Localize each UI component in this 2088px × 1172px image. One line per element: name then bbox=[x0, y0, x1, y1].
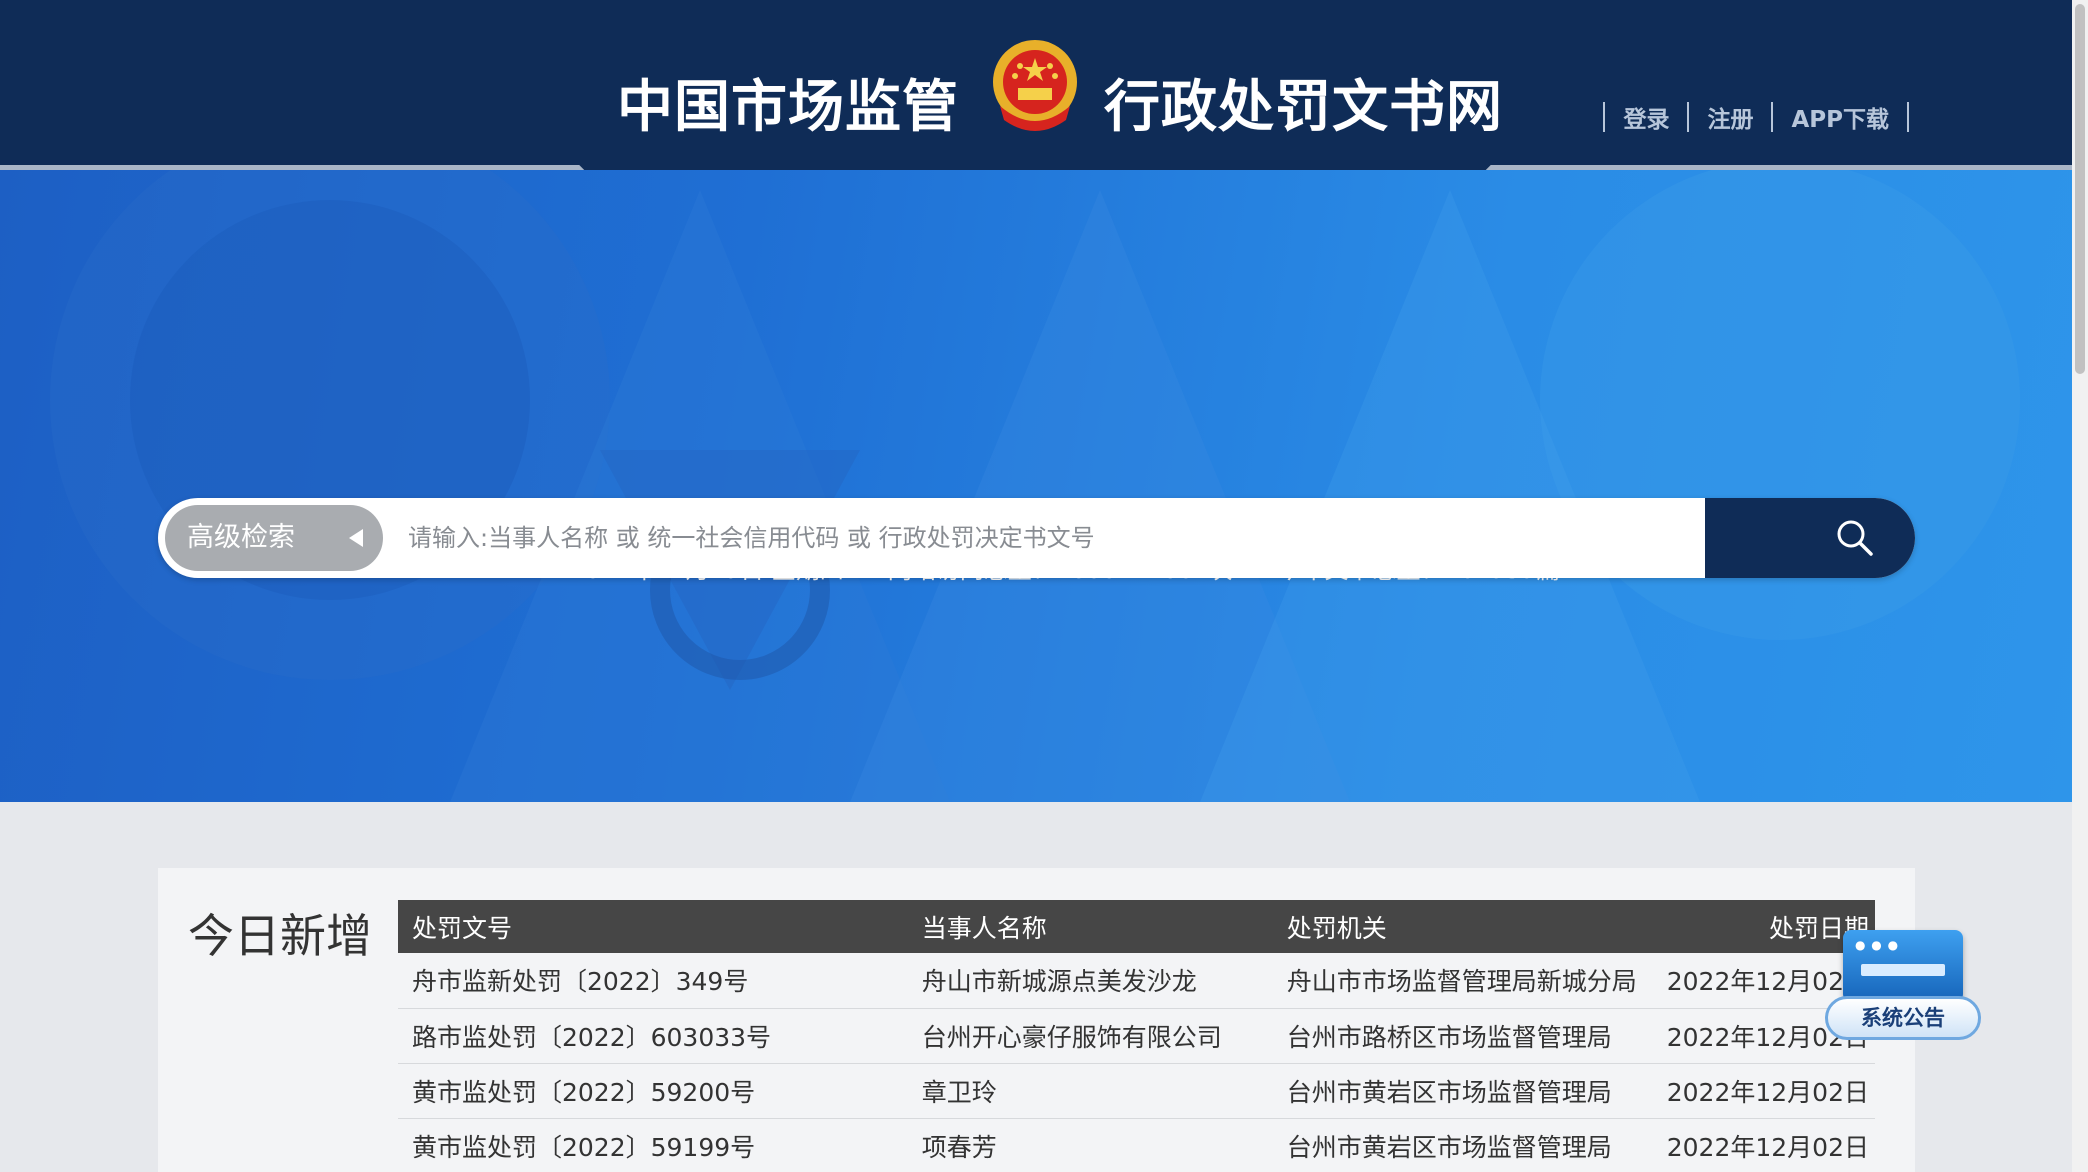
table-row[interactable]: 路市监处罚〔2022〕603033号 台州开心豪仔服饰有限公司 台州市路桥区市场… bbox=[398, 1008, 1875, 1064]
nav-separator bbox=[1687, 102, 1690, 132]
register-link[interactable]: 注册 bbox=[1707, 100, 1753, 134]
table-header-row: 处罚文号 当事人名称 处罚机关 处罚日期 bbox=[398, 900, 1875, 953]
nav-separator bbox=[1603, 102, 1606, 132]
today-records-table: 处罚文号 当事人名称 处罚机关 处罚日期 舟市监新处罚〔2022〕349号 舟山… bbox=[398, 900, 1875, 1172]
search-button[interactable] bbox=[1705, 498, 1915, 578]
monitor-icon: ● ● ● bbox=[1843, 930, 1963, 1002]
authority: 台州市路桥区市场监督管理局 bbox=[1272, 1008, 1653, 1064]
penalty-date: 2022年12月02日 bbox=[1652, 1118, 1875, 1172]
table-row[interactable]: 黄市监处罚〔2022〕59200号 章卫玲 台州市黄岩区市场监督管理局 2022… bbox=[398, 1063, 1875, 1119]
doc-number[interactable]: 舟市监新处罚〔2022〕349号 bbox=[398, 953, 908, 1009]
party-name: 项春芳 bbox=[907, 1118, 1273, 1172]
site-title-right: 行政处罚文书网 bbox=[1104, 75, 1503, 140]
login-link[interactable]: 登录 bbox=[1623, 100, 1669, 134]
window-bar bbox=[1861, 964, 1945, 976]
today-title: 今日新增 bbox=[188, 909, 372, 963]
system-notice-label: 系统公告 bbox=[1825, 996, 1981, 1040]
authority: 台州市黄岩区市场监督管理局 bbox=[1272, 1118, 1653, 1172]
penalty-date: 2022年12月02日 bbox=[1652, 1063, 1875, 1119]
advanced-search-label: 高级检索 bbox=[187, 522, 295, 553]
page-scrollbar[interactable] bbox=[2072, 0, 2088, 1172]
hero-banner: 2022年12月29日 星期四 网站访问总量：1808277067次 今年文书总… bbox=[0, 170, 2072, 802]
col-party-name: 当事人名称 bbox=[907, 900, 1273, 953]
authority: 台州市黄岩区市场监督管理局 bbox=[1272, 1063, 1653, 1119]
authority: 舟山市市场监督管理局新城分局 bbox=[1272, 953, 1653, 1009]
window-dots-icon: ● ● ● bbox=[1855, 938, 1900, 952]
table-row[interactable]: 舟市监新处罚〔2022〕349号 舟山市新城源点美发沙龙 舟山市市场监督管理局新… bbox=[398, 953, 1875, 1009]
doc-number[interactable]: 黄市监处罚〔2022〕59200号 bbox=[398, 1063, 908, 1119]
site-title-left: 中国市场监管 bbox=[617, 75, 959, 140]
search-input[interactable] bbox=[408, 498, 1858, 578]
col-doc-number: 处罚文号 bbox=[398, 900, 908, 953]
doc-number[interactable]: 黄市监处罚〔2022〕59199号 bbox=[398, 1118, 908, 1172]
system-notice-widget[interactable]: ● ● ● 系统公告 bbox=[1825, 926, 1981, 1048]
party-name: 舟山市新城源点美发沙龙 bbox=[907, 953, 1273, 1009]
nav-separator bbox=[1907, 102, 1909, 132]
party-name: 章卫玲 bbox=[907, 1063, 1273, 1119]
col-authority: 处罚机关 bbox=[1272, 900, 1653, 953]
banner-background-pattern bbox=[50, 170, 2020, 802]
national-emblem-icon bbox=[993, 40, 1077, 131]
nav-separator bbox=[1771, 102, 1774, 132]
top-nav: 登录 注册 APP下载 bbox=[1585, 100, 1927, 134]
scrollbar-thumb[interactable] bbox=[2075, 4, 2085, 374]
party-name: 台州开心豪仔服饰有限公司 bbox=[907, 1008, 1273, 1064]
doc-number[interactable]: 路市监处罚〔2022〕603033号 bbox=[398, 1008, 908, 1064]
search-bar: 高级检索 bbox=[158, 498, 1915, 578]
caret-left-icon bbox=[349, 529, 363, 547]
advanced-search-button[interactable]: 高级检索 bbox=[165, 505, 383, 571]
app-download-link[interactable]: APP下载 bbox=[1791, 100, 1889, 134]
table-row[interactable]: 黄市监处罚〔2022〕59199号 项春芳 台州市黄岩区市场监督管理局 2022… bbox=[398, 1118, 1875, 1172]
search-icon bbox=[1837, 520, 1873, 556]
